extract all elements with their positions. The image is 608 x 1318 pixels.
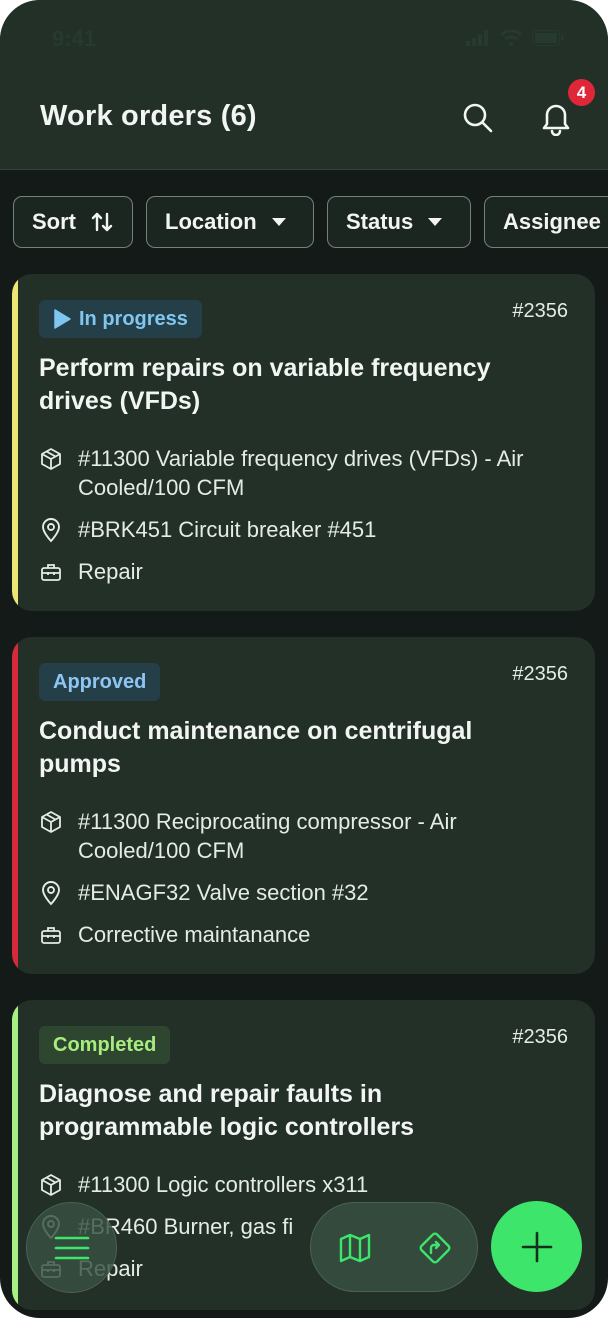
asset-text: #11300 Reciprocating compressor - Air Co…	[78, 809, 457, 863]
box-icon	[39, 444, 65, 473]
sort-chip[interactable]: Sort	[13, 196, 133, 248]
toolbox-icon	[39, 920, 65, 949]
caret-down-icon	[427, 216, 443, 228]
search-button[interactable]	[456, 96, 500, 140]
asset-row: #11300 Logic controllers x311	[39, 1170, 559, 1199]
location-text: #ENAGF32 Valve section #32	[78, 880, 369, 905]
status-time: 9:41	[52, 26, 97, 51]
assignee-filter-chip[interactable]: Assignee	[484, 196, 608, 248]
order-title: Conduct maintenance on centrifugal pumps	[39, 717, 473, 778]
type-row: Corrective maintanance	[39, 920, 559, 949]
cellular-signal-icon	[466, 30, 490, 51]
app-screen: 9:41 Work orders (6) 4 Sort Location Sta…	[0, 0, 608, 1318]
sort-arrows-icon	[90, 210, 114, 234]
type-row: Repair	[39, 1254, 559, 1283]
toolbox-icon	[39, 557, 65, 586]
notifications-button[interactable]	[534, 96, 578, 140]
order-number: #2356	[512, 300, 568, 322]
chip-label: Assignee	[503, 209, 601, 234]
box-icon	[39, 807, 65, 836]
notification-badge: 4	[568, 79, 595, 106]
order-number: #2356	[512, 1026, 568, 1048]
caret-down-icon	[271, 216, 287, 228]
asset-row: #11300 Reciprocating compressor - Air Co…	[39, 807, 559, 865]
map-icon	[339, 1233, 371, 1263]
status-icons	[466, 29, 564, 51]
search-icon	[463, 103, 493, 133]
status-label: Completed	[53, 1033, 157, 1056]
add-work-order-button[interactable]	[491, 1201, 582, 1292]
route-button[interactable]	[393, 1203, 477, 1293]
status-filter-chip[interactable]: Status	[327, 196, 471, 248]
plus-icon	[521, 1231, 552, 1262]
map-route-toggle	[310, 1202, 478, 1292]
location-filter-chip[interactable]: Location	[146, 196, 314, 248]
order-title: Perform repairs on variable frequency dr…	[39, 354, 491, 415]
map-button[interactable]	[313, 1203, 397, 1293]
location-row: #BRK451 Circuit breaker #451	[39, 515, 559, 544]
page-title: Work orders (6)	[40, 100, 257, 132]
chip-label: Sort	[32, 209, 76, 234]
status-badge: In progress	[39, 300, 202, 338]
status-bar: 9:41	[0, 22, 608, 58]
location-text: #BRK451 Circuit breaker #451	[78, 517, 377, 542]
status-accent-bar	[12, 1000, 18, 1310]
work-order-card[interactable]: In progress #2356 Perform repairs on var…	[12, 274, 595, 611]
menu-button[interactable]	[26, 1202, 117, 1293]
type-text: Corrective maintanance	[78, 922, 311, 947]
order-number: #2356	[512, 663, 568, 685]
status-badge: Completed	[39, 1026, 171, 1064]
chip-label: Location	[165, 209, 257, 234]
chip-label: Status	[346, 209, 414, 234]
status-accent-bar	[12, 274, 18, 611]
filter-bar: Sort Location Status Assignee	[13, 196, 608, 248]
asset-text: #11300 Variable frequency drives (VFDs) …	[78, 446, 524, 500]
status-label: In progress	[79, 307, 188, 330]
status-accent-bar	[12, 637, 18, 974]
work-order-card[interactable]: Approved #2356 Conduct maintenance on ce…	[12, 637, 595, 974]
play-icon	[53, 309, 71, 329]
location-pin-icon	[39, 515, 65, 544]
location-row: #BR460 Burner, gas fi	[39, 1212, 559, 1241]
status-badge: Approved	[39, 663, 161, 701]
location-row: #ENAGF32 Valve section #32	[39, 878, 559, 907]
wifi-icon	[499, 29, 523, 51]
status-label: Approved	[53, 670, 147, 693]
asset-text: #11300 Logic controllers x311	[78, 1172, 369, 1197]
type-row: Repair	[39, 557, 559, 586]
order-title: Diagnose and repair faults in programmab…	[39, 1080, 415, 1141]
location-pin-icon	[39, 878, 65, 907]
type-text: Repair	[78, 559, 143, 584]
top-app-bar: 9:41 Work orders (6) 4	[0, 0, 608, 170]
route-sign-icon	[419, 1232, 451, 1264]
hamburger-menu-icon	[54, 1236, 89, 1259]
bell-icon	[542, 104, 570, 136]
box-icon	[39, 1170, 65, 1199]
battery-icon	[532, 30, 564, 51]
asset-row: #11300 Variable frequency drives (VFDs) …	[39, 444, 559, 502]
